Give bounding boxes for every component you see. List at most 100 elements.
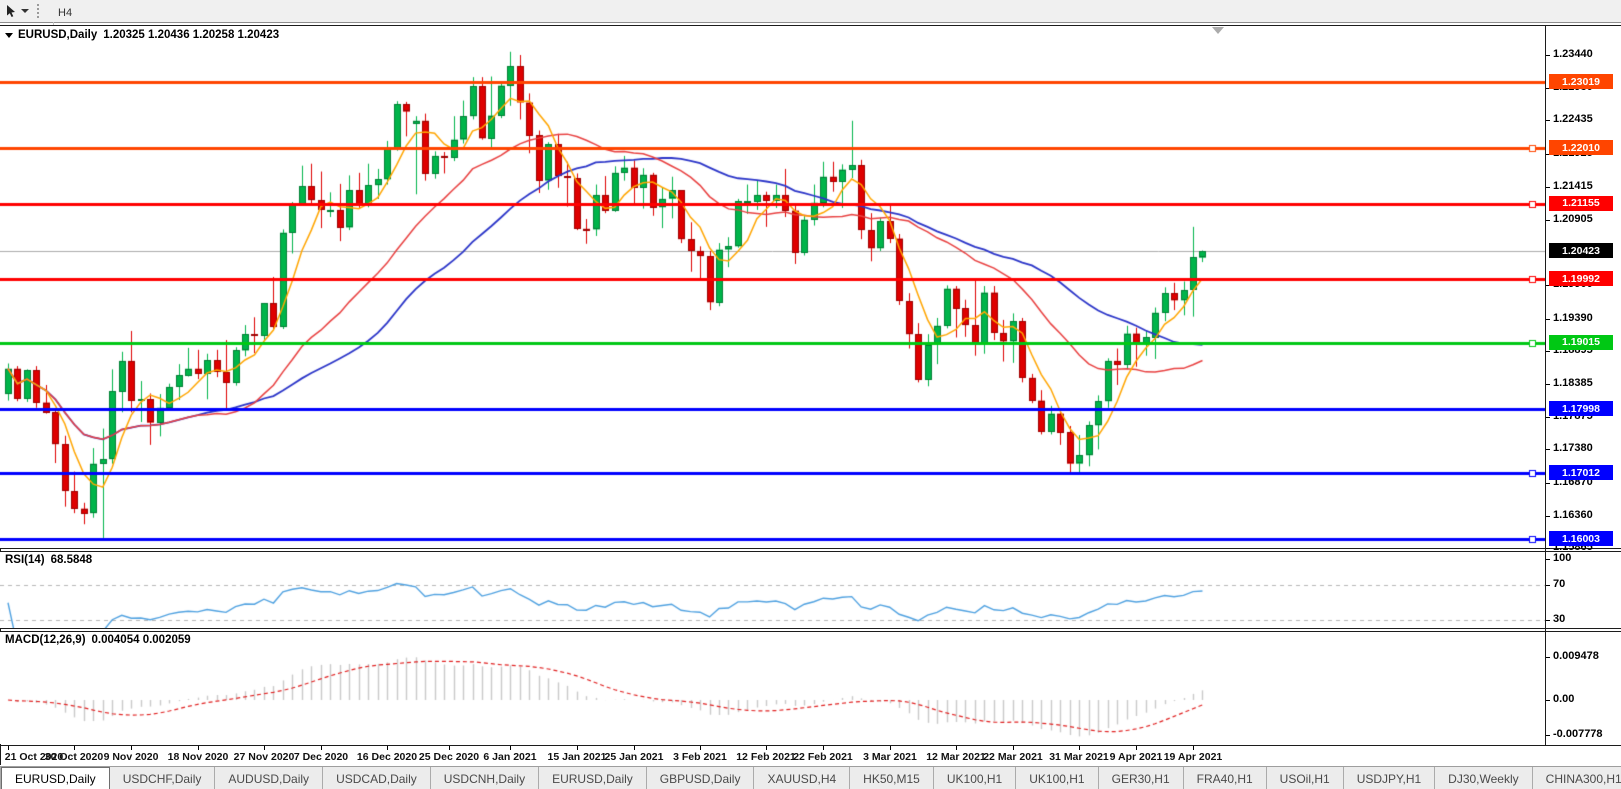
rsi-title: RSI(14) 68.5848 xyxy=(5,554,92,566)
date-tickmark xyxy=(634,746,635,750)
date-tickmark xyxy=(321,746,322,750)
date-tickmark xyxy=(264,746,265,750)
chart-tab-USDCAD-Daily-3[interactable]: USDCAD,Daily xyxy=(323,767,431,789)
toolbar-grip xyxy=(37,4,42,18)
rsi-tickmark xyxy=(1546,585,1550,586)
chart-tab-GER30-H1-11[interactable]: GER30,H1 xyxy=(1099,767,1184,789)
price-tick-label: 1.21415 xyxy=(1553,179,1593,192)
chart-ohlc-values: 1.20325 1.20436 1.20258 1.20423 xyxy=(103,29,280,41)
timeframe-button-H4[interactable]: H4 xyxy=(49,4,88,22)
price-tick-label: 1.20905 xyxy=(1553,212,1593,225)
chart-tab-EURUSD-Daily-5[interactable]: EURUSD,Daily xyxy=(539,767,647,789)
macd-level-label: 0.009478 xyxy=(1553,649,1599,662)
macd-tickmark xyxy=(1546,657,1550,658)
mt4-window: M1M5M15M30H1H4D1W1MN EURUSD,Daily 1.20325… xyxy=(0,0,1621,789)
price-tickmark xyxy=(1546,351,1550,352)
date-tickmark xyxy=(1193,746,1194,750)
price-tickmark xyxy=(1546,548,1550,549)
price-tick-label: 1.17380 xyxy=(1553,442,1593,455)
macd-values: 0.004054 0.002059 xyxy=(91,634,191,646)
price-tickmark xyxy=(1546,220,1550,221)
main-price-chart[interactable] xyxy=(0,26,1545,548)
chart-bottom-border xyxy=(0,745,1621,746)
price-tickmark xyxy=(1546,55,1550,56)
chart-tab-HK50-M15-8[interactable]: HK50,M15 xyxy=(850,767,934,789)
date-tickmark xyxy=(387,746,388,750)
price-line-badge: 1.19992 xyxy=(1549,271,1613,287)
price-tick-label: 1.22435 xyxy=(1553,113,1593,126)
price-line-badge: 1.19015 xyxy=(1549,334,1613,350)
price-tickmark xyxy=(1546,319,1550,320)
date-tickmark xyxy=(577,746,578,750)
date-tickmark xyxy=(8,746,9,750)
dropdown-caret-icon[interactable] xyxy=(21,9,29,13)
price-tick-label: 1.18385 xyxy=(1553,376,1593,389)
chart-tab-GBPUSD-Daily-6[interactable]: GBPUSD,Daily xyxy=(647,767,755,789)
rsi-indicator-pane[interactable] xyxy=(0,552,1545,628)
date-tickmark xyxy=(700,746,701,750)
rsi-tickmark xyxy=(1546,559,1550,560)
chart-tab-UK100-H1-10[interactable]: UK100,H1 xyxy=(1016,767,1099,789)
date-tickmark xyxy=(74,746,75,750)
date-tickmark xyxy=(198,746,199,750)
date-tickmark xyxy=(1079,746,1080,750)
chart-tab-CHINA300-H1-16[interactable]: CHINA300,H1 xyxy=(1533,767,1621,789)
date-tickmark xyxy=(766,746,767,750)
date-tickmark xyxy=(823,746,824,750)
rsi-level-label: 30 xyxy=(1553,613,1566,626)
chart-tab-USDJPY-H1-14[interactable]: USDJPY,H1 xyxy=(1344,767,1436,789)
toolbar: M1M5M15M30H1H4D1W1MN xyxy=(0,0,1621,108)
current-price-badge: 1.20423 xyxy=(1549,243,1613,259)
date-tickmark xyxy=(449,746,450,750)
rsi-tickmark xyxy=(1546,620,1550,621)
chart-tab-FRA40-H1-12[interactable]: FRA40,H1 xyxy=(1184,767,1267,789)
rsi-level-label: 100 xyxy=(1553,552,1572,564)
chart-title: EURUSD,Daily 1.20325 1.20436 1.20258 1.20… xyxy=(5,29,279,41)
date-tickmark xyxy=(1136,746,1137,750)
price-line-badge: 1.17012 xyxy=(1549,465,1613,481)
price-line-badge: 1.21155 xyxy=(1549,195,1613,211)
rsi-label: RSI(14) xyxy=(5,554,45,566)
price-axis-border xyxy=(1545,26,1546,745)
price-line-badge: 1.22010 xyxy=(1549,140,1613,156)
chart-tab-UK100-H1-9[interactable]: UK100,H1 xyxy=(934,767,1017,789)
date-tickmark xyxy=(890,746,891,750)
chart-tab-bar: EURUSD,Daily USDCHF,Daily AUDUSD,Daily USDC… xyxy=(0,766,1621,789)
date-tickmark xyxy=(1013,746,1014,750)
pointer-cursor-icon xyxy=(7,5,15,17)
price-tickmark xyxy=(1546,516,1550,517)
price-tick-label: 1.19390 xyxy=(1553,311,1593,324)
symbol-list-icon[interactable] xyxy=(5,33,13,38)
date-tickmark xyxy=(510,746,511,750)
date-tickmark xyxy=(131,746,132,750)
macd-level-label: 0.00 xyxy=(1553,693,1575,705)
rsi-value: 68.5848 xyxy=(50,554,93,566)
price-tickmark xyxy=(1546,417,1550,418)
price-tickmark xyxy=(1546,483,1550,484)
chart-tab-EURUSD-Daily-0[interactable]: EURUSD,Daily xyxy=(1,767,110,789)
chart-tab-DJ30-Weekly-15[interactable]: DJ30,Weekly xyxy=(1435,767,1533,789)
cursor-mode-button[interactable] xyxy=(0,1,33,21)
macd-tickmark xyxy=(1546,700,1550,701)
macd-indicator-pane[interactable] xyxy=(0,632,1545,744)
price-line-badge: 1.17998 xyxy=(1549,401,1613,417)
chart-tab-AUDUSD-Daily-2[interactable]: AUDUSD,Daily xyxy=(215,767,324,789)
rsi-level-label: 70 xyxy=(1553,578,1566,591)
price-line-badge: 1.16003 xyxy=(1549,531,1613,547)
date-label: 19 Apr 2021 xyxy=(1163,751,1223,763)
price-tickmark xyxy=(1546,187,1550,188)
macd-tickmark xyxy=(1546,735,1550,736)
chart-tab-XAUUSD-H4-7[interactable]: XAUUSD,H4 xyxy=(754,767,851,789)
pane-separator[interactable] xyxy=(0,548,1621,549)
chart-tab-USDCHF-Daily-1[interactable]: USDCHF,Daily xyxy=(110,767,216,789)
macd-label: MACD(12,26,9) xyxy=(5,634,86,646)
price-tickmark xyxy=(1546,120,1550,121)
chart-tab-USOil-H1-13[interactable]: USOil,H1 xyxy=(1267,767,1344,789)
chart-tab-USDCNH-Daily-4[interactable]: USDCNH,Daily xyxy=(431,767,540,789)
macd-level-label: -0.007778 xyxy=(1553,728,1603,741)
price-tickmark xyxy=(1546,449,1550,450)
chart-shift-marker[interactable] xyxy=(1212,27,1224,34)
macd-title: MACD(12,26,9) 0.004054 0.002059 xyxy=(5,634,191,646)
pane-separator[interactable] xyxy=(0,628,1621,629)
chart-symbol-label: EURUSD,Daily xyxy=(18,29,98,41)
